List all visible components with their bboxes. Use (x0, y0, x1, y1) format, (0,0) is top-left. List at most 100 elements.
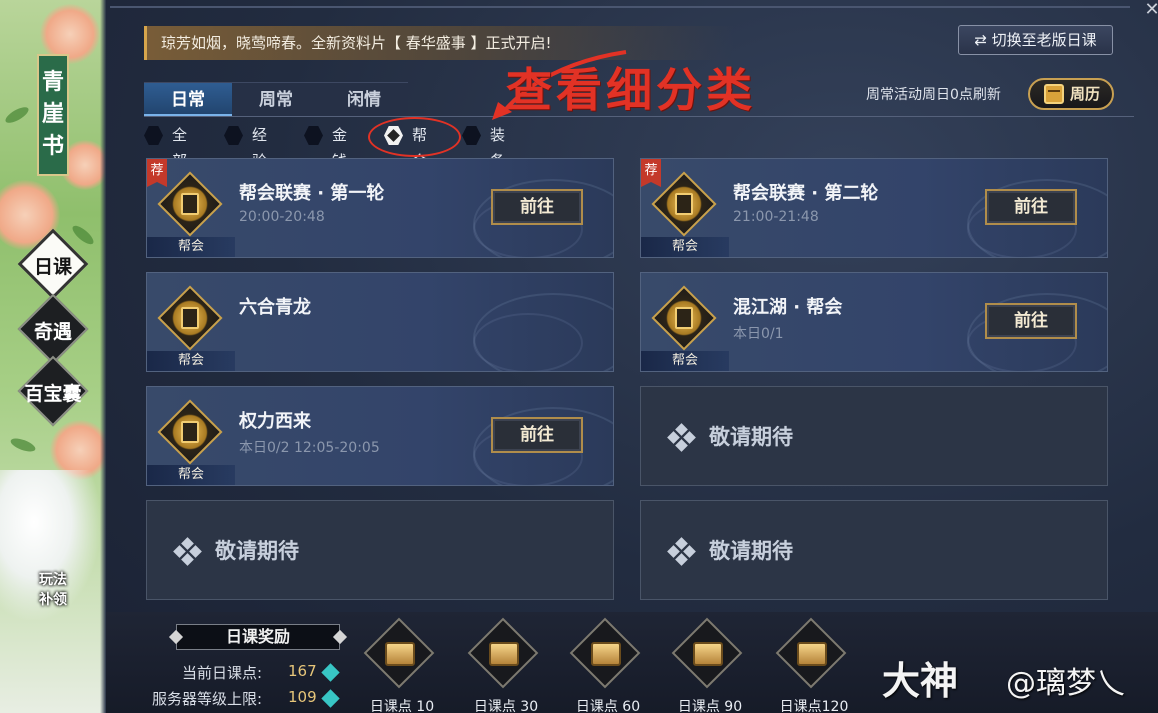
reward-bar: 日课奖励 当前日课点: 167 服务器等级上限: 109 日课点 10 日课点 … (106, 612, 1158, 713)
guild-emblem-icon (651, 171, 717, 237)
coming-soon-card: 敬请期待 (146, 500, 614, 600)
watermark-user: @璃梦乀 (1006, 666, 1126, 701)
server-level-label: 服务器等级上限: (151, 690, 262, 708)
activity-time: 21:00-21:48 (733, 209, 819, 225)
activity-tag: 帮会 (147, 465, 235, 485)
recommend-badge: 荐 (147, 159, 167, 187)
tab-daily[interactable]: 日常 (144, 82, 232, 117)
activity-progress: 本日0/1 (733, 326, 784, 342)
nav-label: 奇遇 (33, 321, 72, 343)
activity-time: 20:00-20:48 (239, 209, 325, 225)
recommend-badge: 荐 (641, 159, 661, 187)
hexagon-radio-icon (224, 126, 243, 145)
chest-label: 日课点 30 (473, 699, 539, 713)
reward-chest-10[interactable]: 日课点 10 (362, 617, 442, 713)
nav-encounters[interactable]: 奇遇 (17, 293, 89, 365)
activity-card-power-xilai[interactable]: 帮会 权力西来 本日0/2 12:05-20:05 前往 (146, 386, 614, 486)
reward-chest-120[interactable]: 日课点120 (774, 617, 854, 713)
swap-icon: ⇄ (974, 31, 992, 49)
switch-old-label: 切换至老版日课 (991, 31, 1097, 49)
tab-leisure[interactable]: 闲情 (320, 82, 408, 117)
filter-money[interactable]: 金钱 (304, 122, 347, 170)
coming-soon-card: 敬请期待 (640, 500, 1108, 600)
sidebar-scroll: 青崖书 日课 奇遇 百宝囊 玩法 补领 (0, 0, 106, 713)
play-label-line2: 补领 (39, 592, 67, 608)
activity-name: 权力西来 (239, 411, 311, 432)
guild-emblem-icon (157, 285, 223, 351)
leaf-decoration (3, 104, 31, 126)
play-label-line1: 玩法 (39, 572, 67, 588)
guild-emblem-icon (157, 399, 223, 465)
guild-emblem-icon (651, 285, 717, 351)
weekly-calendar-button[interactable]: 周历 (1028, 78, 1114, 110)
activity-card-hunjianghu-guild[interactable]: 帮会 混江湖 · 帮会 本日0/1 前往 (640, 272, 1108, 372)
activity-tag: 帮会 (641, 237, 729, 257)
gem-icon (321, 663, 340, 682)
chest-label: 日课点 90 (677, 699, 743, 713)
hexagon-radio-icon (304, 126, 323, 145)
activity-tag: 帮会 (147, 351, 235, 371)
nav-daily-lessons[interactable]: 日课 (17, 228, 89, 300)
activity-card-guild-league-round1[interactable]: 帮会 荐 帮会联赛 · 第一轮 20:00-20:48 前往 (146, 158, 614, 258)
filter-all[interactable]: 全部 (144, 122, 187, 170)
reward-chest-60[interactable]: 日课点 60 (568, 617, 648, 713)
four-diamond-icon (173, 537, 202, 566)
coming-soon-label: 敬请期待 (709, 539, 793, 563)
treasure-chest-icon (385, 642, 415, 666)
activity-tag: 帮会 (641, 351, 729, 371)
guild-emblem-icon (157, 171, 223, 237)
activity-card-liuhe-qinglong[interactable]: 帮会 六合青龙 (146, 272, 614, 372)
chest-label: 日课点 60 (575, 699, 641, 713)
gem-icon (321, 689, 340, 708)
frame-border (110, 6, 1130, 8)
nav-treasure-bag[interactable]: 百宝囊 (17, 355, 89, 427)
annotation-text: 查看细分类 (506, 63, 756, 117)
coming-soon-text: 敬请期待 (667, 501, 793, 599)
coming-soon-label: 敬请期待 (709, 425, 793, 449)
go-button[interactable]: 前往 (491, 417, 583, 453)
server-level-value: 109 (288, 688, 317, 706)
main-panel: ✕ 琼芳如烟，晓莺啼春。全新资料片【 春华盛事 】正式开启! ⇄ 切换至老版日课… (106, 0, 1158, 713)
cloud-swirl-decoration (473, 313, 583, 371)
nav-label: 百宝囊 (24, 383, 82, 405)
switch-old-version-button[interactable]: ⇄ 切换至老版日课 (958, 25, 1113, 55)
coming-soon-card: 敬请期待 (640, 386, 1108, 486)
treasure-chest-icon (797, 642, 827, 666)
go-button[interactable]: 前往 (491, 189, 583, 225)
calendar-icon (1044, 84, 1064, 104)
tab-weekly[interactable]: 周常 (232, 82, 320, 117)
hexagon-radio-icon (462, 126, 481, 145)
go-button[interactable]: 前往 (985, 189, 1077, 225)
activity-tag: 帮会 (147, 237, 235, 257)
reward-title: 日课奖励 (176, 624, 340, 650)
nav-label: 日课 (33, 256, 72, 278)
reward-chest-90[interactable]: 日课点 90 (670, 617, 750, 713)
current-points-label: 当前日课点: (181, 664, 262, 682)
go-button[interactable]: 前往 (985, 303, 1077, 339)
gameplay-claim-button[interactable]: 玩法 补领 (28, 570, 78, 618)
treasure-chest-icon (489, 642, 519, 666)
watermark-brand: 大神 (882, 659, 959, 703)
four-diamond-icon (667, 537, 696, 566)
leaf-decoration (9, 435, 37, 455)
hexagon-radio-icon (144, 126, 163, 145)
book-title: 青崖书 (37, 54, 69, 176)
current-points-value: 167 (288, 662, 317, 680)
weekly-calendar-label: 周历 (1070, 85, 1101, 103)
coming-soon-text: 敬请期待 (667, 387, 793, 485)
annotation-circle (368, 117, 461, 157)
filter-experience[interactable]: 经验 (224, 122, 267, 170)
chest-label: 日课点120 (779, 699, 849, 713)
activity-name: 六合青龙 (239, 297, 311, 318)
activity-card-guild-league-round2[interactable]: 帮会 荐 帮会联赛 · 第二轮 21:00-21:48 前往 (640, 158, 1108, 258)
chest-label: 日课点 10 (369, 699, 435, 713)
activity-name: 帮会联赛 · 第二轮 (733, 183, 879, 204)
reward-chest-30[interactable]: 日课点 30 (466, 617, 546, 713)
filter-equipment[interactable]: 装备 (462, 122, 505, 170)
coming-soon-label: 敬请期待 (215, 539, 299, 563)
coming-soon-text: 敬请期待 (173, 501, 299, 599)
activity-name: 帮会联赛 · 第一轮 (239, 183, 385, 204)
four-diamond-icon (667, 423, 696, 452)
close-icon[interactable]: ✕ (1142, 0, 1158, 20)
weekly-refresh-note: 周常活动周日0点刷新 (866, 87, 1001, 103)
